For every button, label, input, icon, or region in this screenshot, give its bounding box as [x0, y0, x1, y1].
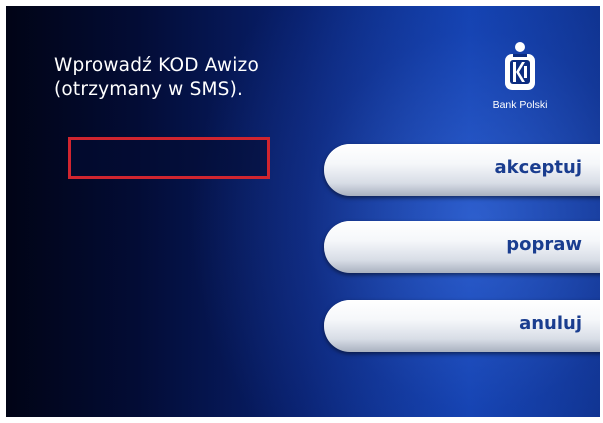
correct-button-label: popraw: [506, 234, 582, 255]
bank-logo: Bank Polski: [484, 40, 556, 120]
accept-button[interactable]: akceptuj: [324, 144, 600, 196]
accept-button-label: akceptuj: [494, 157, 582, 178]
cancel-button-label: anuluj: [519, 313, 582, 334]
bank-name: Bank Polski: [492, 99, 548, 111]
atm-screen: Wprowadź KOD Awizo (otrzymany w SMS). Ba…: [6, 6, 600, 417]
code-input-field[interactable]: [68, 137, 270, 179]
prompt-line-2: (otrzymany w SMS).: [54, 79, 244, 100]
cancel-button[interactable]: anuluj: [324, 300, 600, 352]
prompt-line-1: Wprowadź KOD Awizo: [54, 55, 259, 76]
correct-button[interactable]: popraw: [324, 221, 600, 273]
prompt-text: Wprowadź KOD Awizo (otrzymany w SMS).: [54, 54, 259, 102]
pko-piggybank-logo-icon: [505, 42, 535, 90]
